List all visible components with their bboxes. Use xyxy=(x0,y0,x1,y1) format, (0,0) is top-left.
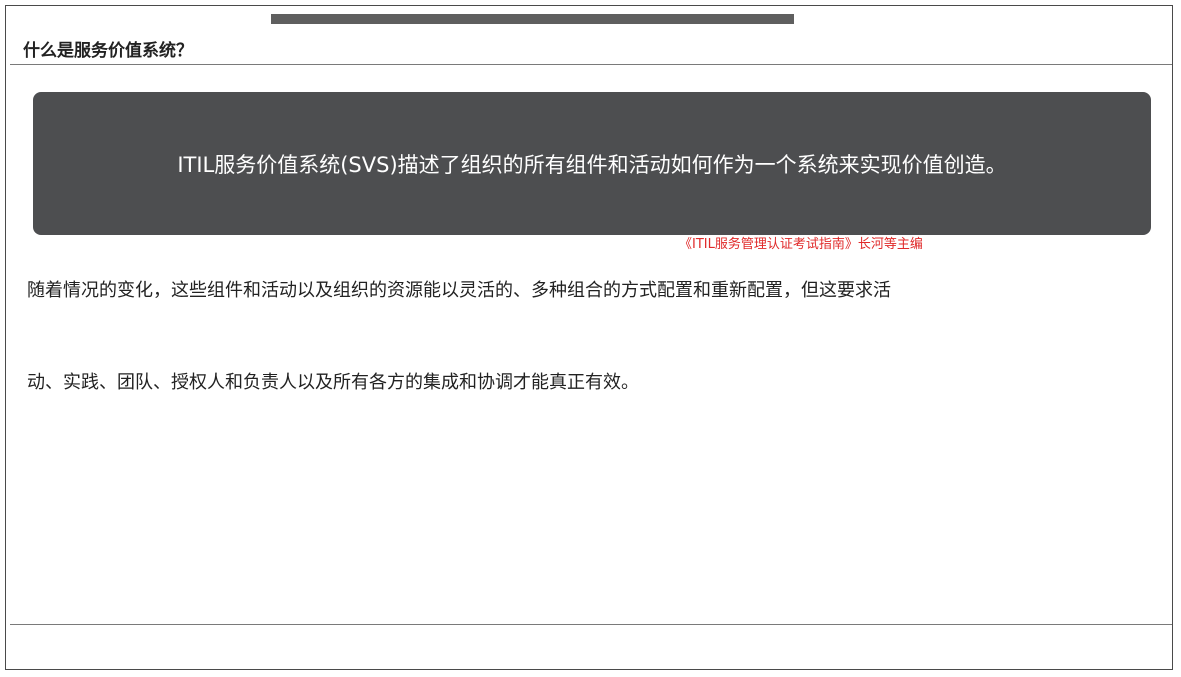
body-paragraph-line-2: 动、实践、团队、授权人和负责人以及所有各方的集成和协调才能真正有效。 xyxy=(27,372,639,393)
title-divider xyxy=(10,64,1172,65)
top-progress-bar xyxy=(271,14,794,24)
body-paragraph-line-1: 随着情况的变化，这些组件和活动以及组织的资源能以灵活的、多种组合的方式配置和重新… xyxy=(27,280,891,301)
callout-text: ITIL服务价值系统(SVS)描述了组织的所有组件和活动如何作为一个系统来实现价… xyxy=(177,152,1007,177)
definition-callout: ITIL服务价值系统(SVS)描述了组织的所有组件和活动如何作为一个系统来实现价… xyxy=(33,92,1151,235)
slide-frame: 什么是服务价值系统？ ITIL服务价值系统(SVS)描述了组织的所有组件和活动如… xyxy=(5,5,1173,670)
bottom-divider xyxy=(10,624,1172,625)
page-title: 什么是服务价值系统？ xyxy=(23,41,193,61)
citation-note: 《ITIL服务管理认证考试指南》长河等主编 xyxy=(679,237,923,252)
